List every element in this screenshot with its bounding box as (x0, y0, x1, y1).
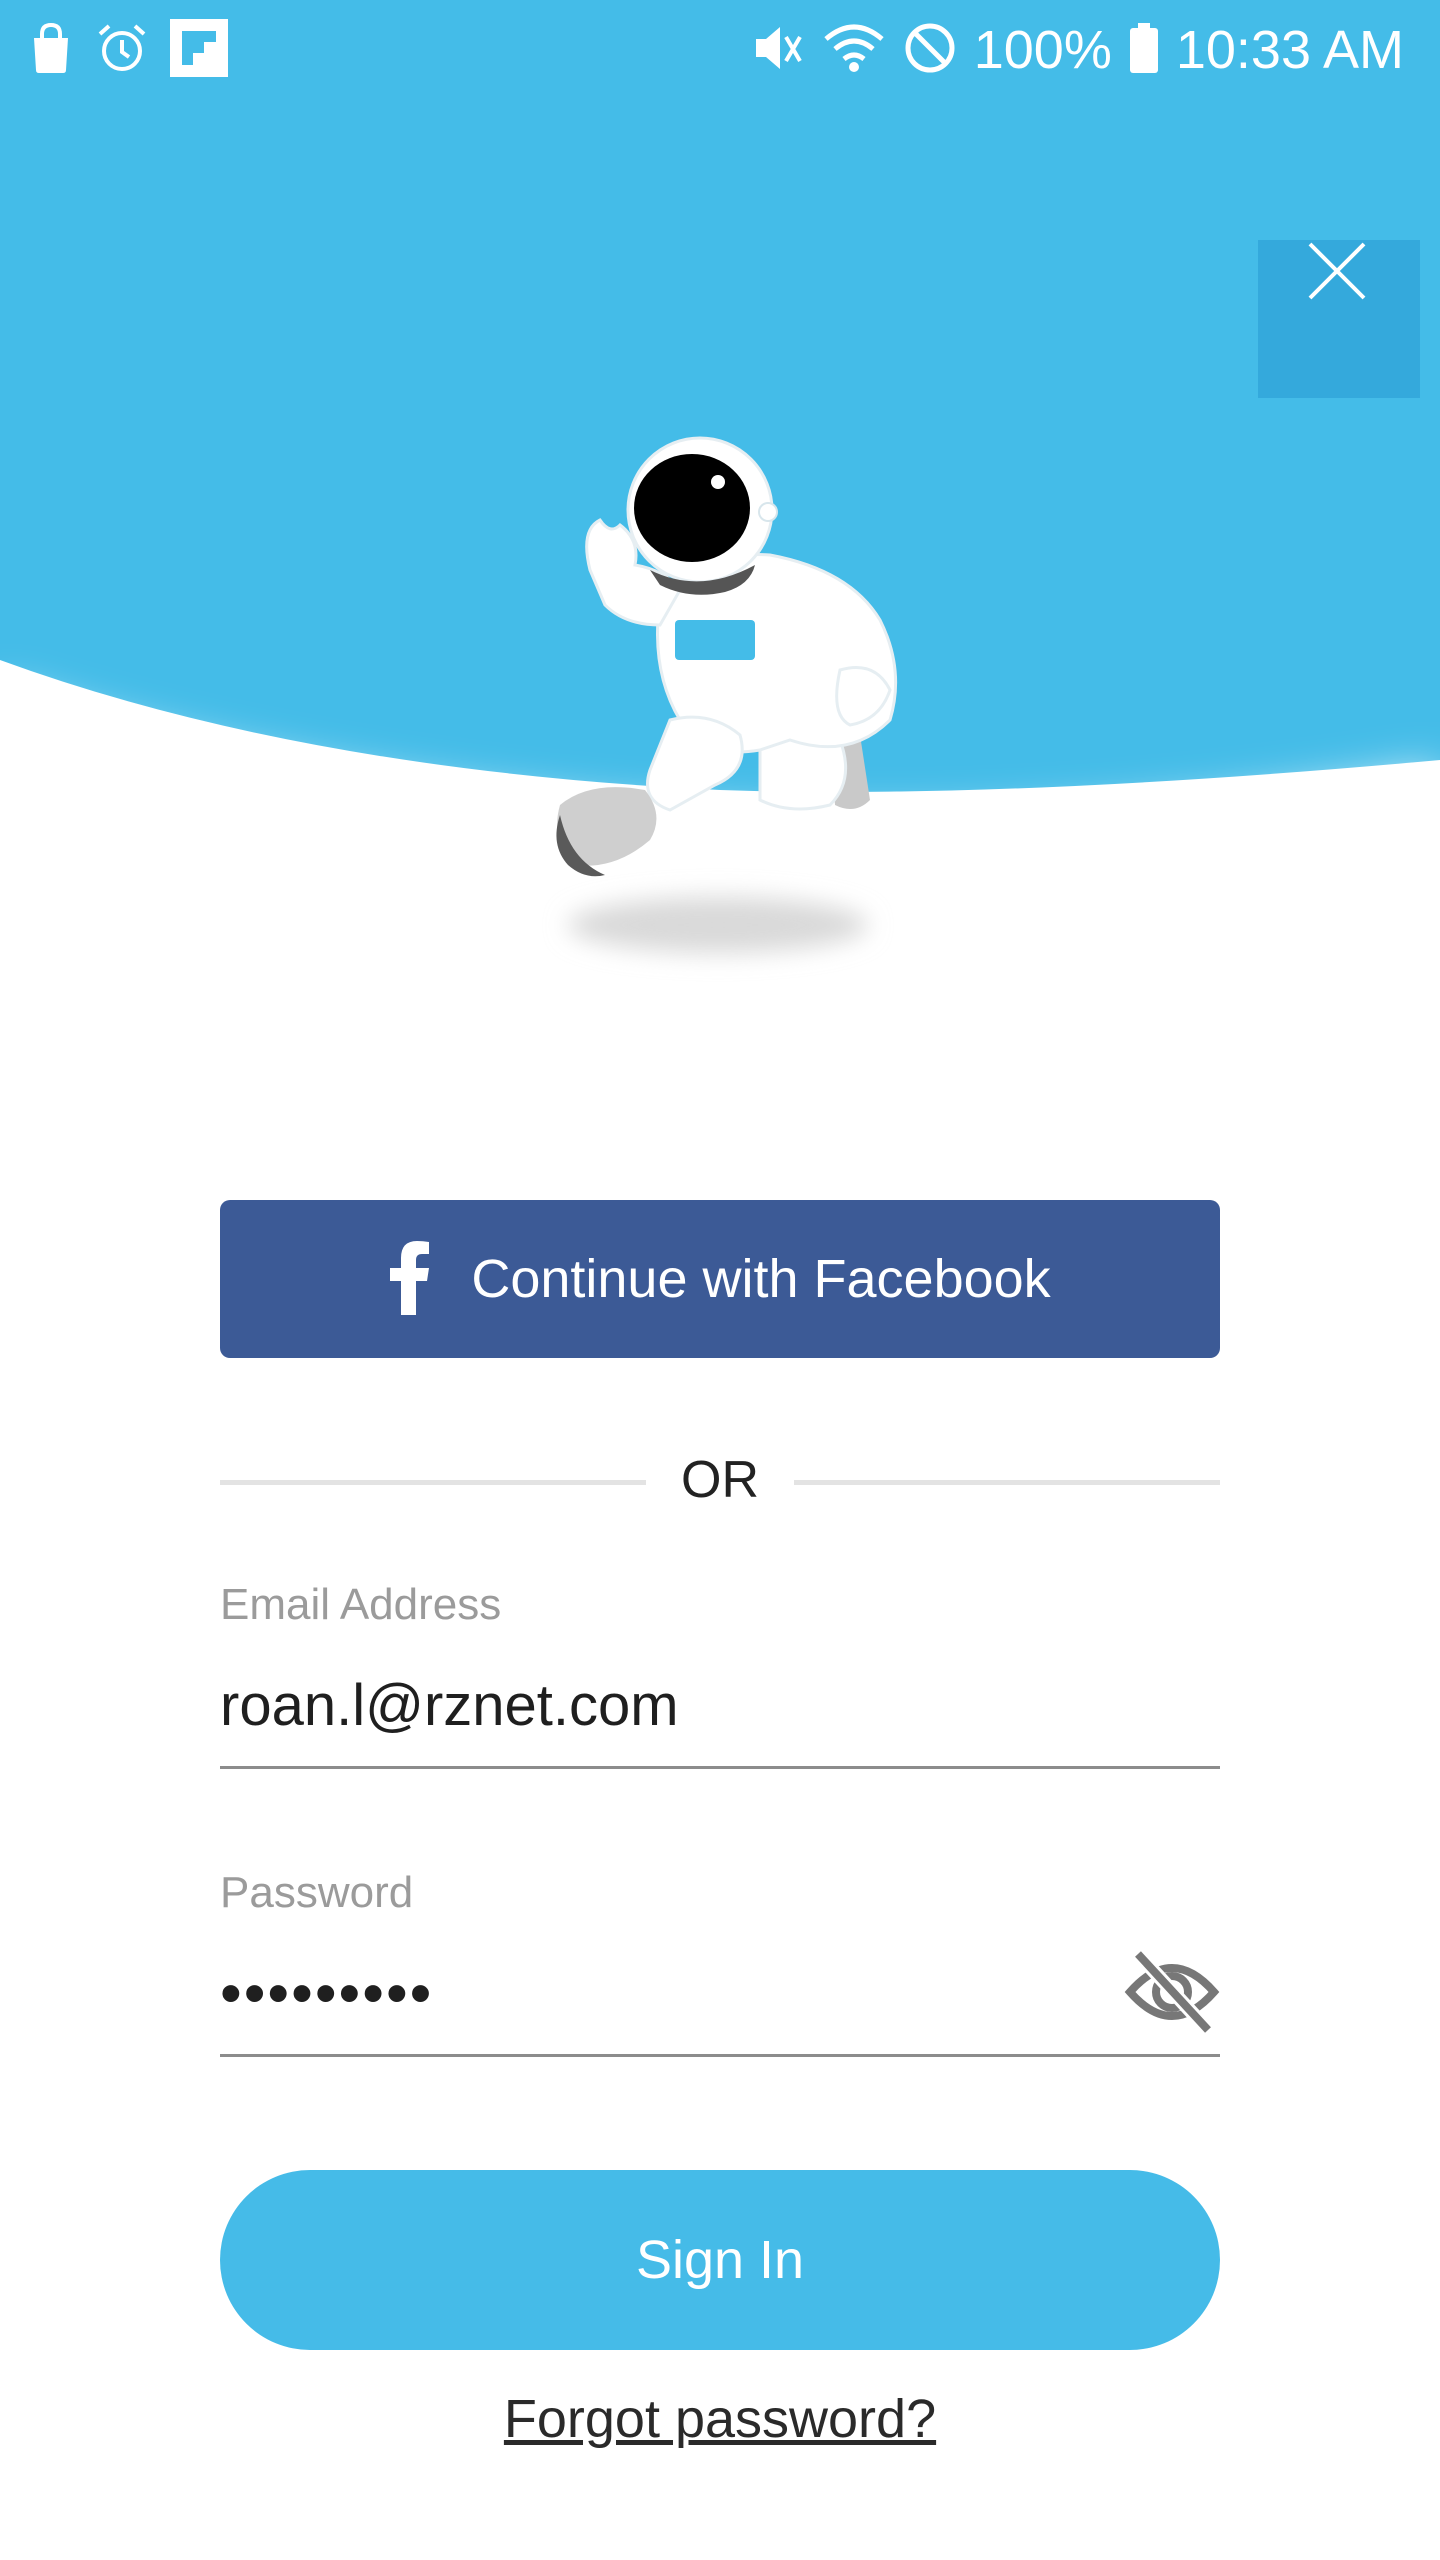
or-divider: OR (220, 1440, 1220, 1520)
facebook-button-label: Continue with Facebook (471, 1249, 1051, 1309)
eye-off-icon (1124, 1949, 1220, 2035)
forgot-password-link[interactable]: Forgot password? (0, 2388, 1440, 2450)
shopping-bag-icon (28, 22, 74, 79)
password-input[interactable]: ••••••••• (220, 1958, 433, 2029)
status-bar: 100% 10:33 AM (0, 0, 1440, 100)
astronaut-illustration (556, 436, 898, 877)
vibrate-icon (750, 21, 806, 80)
do-not-disturb-icon (902, 20, 958, 81)
continue-with-facebook-button[interactable]: Continue with Facebook (220, 1200, 1220, 1358)
email-input[interactable]: roan.l@rznet.com (220, 1672, 679, 1739)
facebook-icon (389, 1239, 431, 1320)
password-label: Password (220, 1868, 414, 1917)
hero-section (0, 0, 1440, 1000)
show-password-toggle[interactable] (1124, 1944, 1220, 2040)
close-icon (1308, 242, 1366, 300)
status-bar-left (28, 18, 228, 82)
battery-percent: 100% (973, 20, 1112, 80)
email-label: Email Address (220, 1580, 502, 1629)
password-underline (220, 2054, 1220, 2057)
email-field[interactable]: Email Address roan.l@rznet.com (220, 1580, 1220, 1770)
status-bar-right: 100% 10:33 AM (750, 14, 1404, 86)
wifi-icon (822, 21, 886, 80)
sign-in-screen: 100% 10:33 AM Continue with Facebook OR (0, 0, 1440, 2560)
sign-in-label: Sign In (635, 2230, 805, 2290)
password-field[interactable]: Password ••••••••• (220, 1868, 1220, 2058)
email-underline (220, 1766, 1220, 1769)
divider-line-right (794, 1480, 1220, 1485)
status-time: 10:33 AM (1175, 20, 1404, 80)
alarm-icon (96, 22, 148, 79)
sign-in-button[interactable]: Sign In (220, 2170, 1220, 2350)
battery-icon (1128, 21, 1160, 80)
flipboard-icon (170, 18, 228, 82)
close-button[interactable] (1258, 240, 1420, 398)
